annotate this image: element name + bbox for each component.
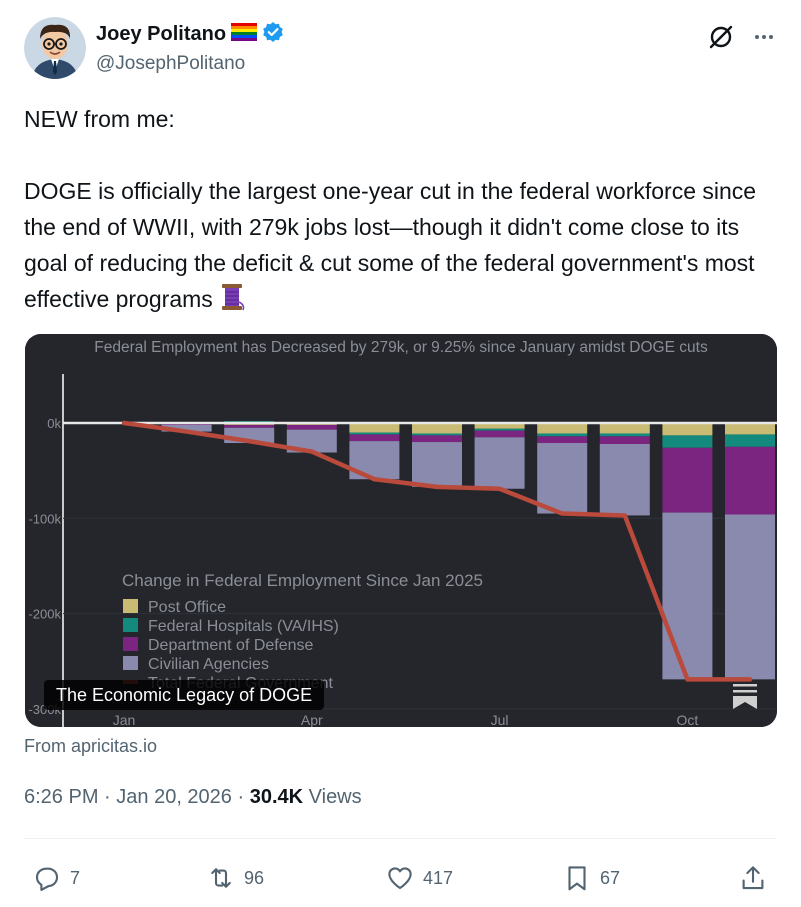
bookmark-button[interactable]: 67	[562, 858, 620, 898]
legend-label: Federal Hospitals (VA/IHS)	[148, 618, 339, 635]
bar-segment	[662, 512, 713, 680]
more-dot	[755, 35, 759, 39]
bar-segment	[725, 514, 775, 680]
repost-count: 96	[244, 867, 265, 888]
y-tick-label: -100k	[28, 511, 61, 526]
divider	[24, 838, 776, 839]
bar-segment	[412, 433, 462, 436]
legend-title: Change in Federal Employment Since Jan 2…	[122, 571, 483, 590]
media-source-link[interactable]: From apricitas.io	[24, 736, 157, 757]
y-tick-label: -200k	[28, 607, 61, 622]
tweet-media-chart[interactable]: Federal Employment has Decreased by 279k…	[25, 334, 777, 727]
bar-segment	[474, 437, 525, 489]
meta-separator: ·	[237, 786, 250, 808]
bar-segment	[537, 436, 588, 444]
verified-badge-icon	[262, 21, 284, 48]
repost-button[interactable]: 96	[206, 858, 264, 898]
media-caption-badge[interactable]: The Economic Legacy of DOGE	[44, 680, 325, 710]
bar-segment	[412, 442, 462, 487]
tweet-meta: 6:26 PM · Jan 20, 2026 · 30.4K Views	[24, 786, 362, 809]
author-name-row: Joey Politano	[96, 21, 284, 48]
bar-segment	[599, 423, 650, 434]
x-tick-label: Oct	[677, 712, 699, 727]
bar-segment	[662, 423, 713, 436]
bar-segment	[725, 446, 775, 515]
bar-segment	[725, 434, 775, 447]
tweet-date[interactable]: Jan 20, 2026	[116, 786, 232, 808]
chart-title: Federal Employment has Decreased by 279k…	[94, 339, 708, 356]
bar-segment	[599, 443, 650, 516]
bar-segment	[662, 435, 713, 448]
bar-segment	[224, 424, 275, 428]
bar-segment	[599, 433, 650, 437]
x-tick-label: Jan	[113, 712, 136, 727]
like-button[interactable]: 417	[385, 858, 453, 898]
x-tick-label: Apr	[301, 712, 323, 727]
legend-swatch	[123, 618, 138, 632]
rainbow-flag-icon	[231, 23, 258, 46]
reply-button[interactable]: 7	[32, 858, 80, 898]
bar-segment	[412, 435, 462, 443]
chart-svg: Federal Employment has Decreased by 279k…	[25, 334, 777, 727]
more-dot	[762, 35, 766, 39]
action-bar: 7 96 417 67	[24, 858, 776, 898]
legend-swatch	[123, 656, 138, 670]
bookmark-count: 67	[600, 867, 621, 888]
tweet-line-intro: NEW from me:	[24, 106, 175, 132]
like-count: 417	[423, 867, 454, 888]
legend-swatch	[123, 637, 138, 651]
tweet-header: Joey Politano @JosephPolitano	[24, 17, 779, 81]
bar-segment	[412, 423, 462, 434]
legend-label: Department of Defense	[148, 637, 314, 654]
bar-segment	[725, 423, 775, 435]
x-tick-label: Jul	[491, 712, 509, 727]
bar-segment	[537, 443, 588, 514]
bar-segment	[537, 423, 588, 434]
reply-count: 7	[70, 867, 81, 888]
thread-spool-icon	[219, 283, 245, 321]
bar-segment	[662, 447, 713, 513]
more-dot	[769, 35, 773, 39]
bar-segment	[349, 434, 400, 442]
y-tick-label: 0k	[47, 416, 61, 431]
bar-segment	[474, 428, 525, 431]
bar-segment	[286, 424, 337, 430]
avatar[interactable]	[24, 17, 86, 79]
grok-icon[interactable]	[707, 23, 735, 51]
author-handle[interactable]: @JosephPolitano	[96, 53, 245, 75]
share-button[interactable]	[738, 858, 768, 898]
meta-separator: ·	[104, 786, 117, 808]
views-label: Views	[308, 786, 362, 808]
heart-icon	[388, 867, 412, 890]
reply-icon	[35, 867, 59, 891]
tweet-text: NEW from me: DOGE is officially the larg…	[24, 101, 780, 321]
legend-label: Civilian Agencies	[148, 656, 269, 673]
views-count: 30.4K	[249, 786, 304, 808]
tweet-paragraph: DOGE is officially the largest one-year …	[24, 173, 780, 321]
share-icon	[742, 866, 764, 890]
bookmark-icon	[568, 866, 586, 891]
media-overlay-icon	[731, 682, 759, 710]
bar-segment	[599, 436, 650, 444]
bar-segment	[537, 433, 588, 437]
repost-icon	[211, 868, 231, 888]
more-options-icon[interactable]	[749, 23, 779, 51]
legend-label: Post Office	[148, 599, 226, 616]
bar-segment	[474, 430, 525, 438]
bar-segment	[349, 432, 400, 435]
legend-swatch	[123, 599, 138, 613]
tweet-time[interactable]: 6:26 PM	[24, 786, 98, 808]
bar-segment	[349, 423, 400, 433]
author-name[interactable]: Joey Politano	[96, 23, 226, 46]
tweet-line-body: DOGE is officially the largest one-year …	[24, 178, 757, 312]
